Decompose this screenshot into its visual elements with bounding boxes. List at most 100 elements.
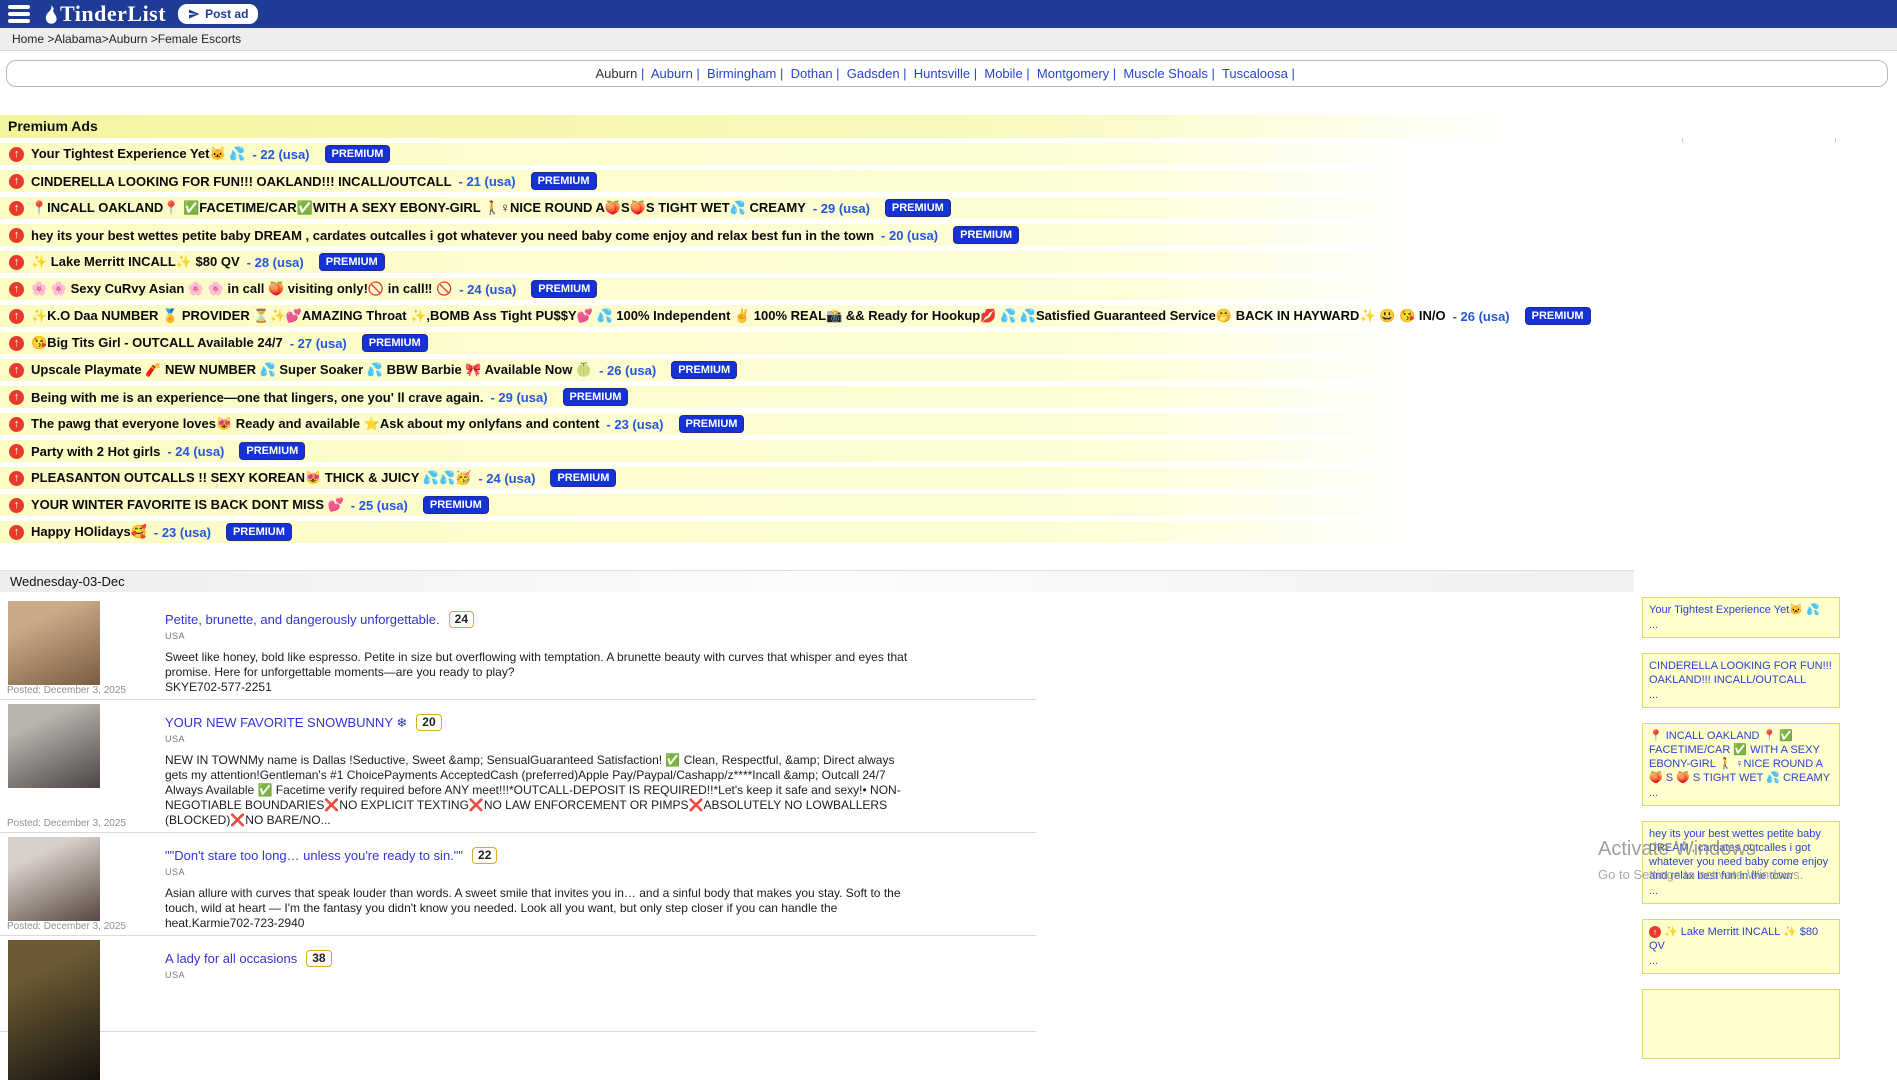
sidebar-ad-more[interactable]: ...: [1649, 786, 1833, 800]
post-ad-button[interactable]: Post ad: [178, 4, 258, 24]
sidebar-ad-title[interactable]: Your Tightest Experience Yet🐱 💦: [1649, 604, 1820, 616]
breadcrumb-link[interactable]: Alabama: [54, 32, 101, 46]
sidebar-ad-box[interactable]: [1642, 989, 1840, 1059]
city-link[interactable]: Muscle Shoals: [1123, 66, 1208, 81]
posted-date: Posted: December 3, 2025: [7, 921, 126, 932]
city-link[interactable]: Birmingham: [707, 66, 776, 81]
city-link[interactable]: Tuscaloosa: [1222, 66, 1288, 81]
sidebar-ad-more[interactable]: ...: [1649, 688, 1833, 702]
listing-title-link[interactable]: A lady for all occasions: [165, 951, 297, 966]
premium-ad-title[interactable]: Your Tightest Experience Yet🐱 💦: [31, 146, 245, 162]
city-nav-box[interactable]: Auburn | Auburn | Birmingham | Dothan | …: [6, 60, 1888, 87]
premium-ad-row[interactable]: ✨K.O Daa NUMBER 🏅 PROVIDER ⏳✨💕AMAZING Th…: [0, 305, 1897, 327]
listing-photo[interactable]: [8, 837, 100, 921]
premium-ad-title[interactable]: Party with 2 Hot girls: [31, 444, 160, 459]
city-item: Mobile |: [984, 66, 1037, 81]
premium-ad-title[interactable]: 📍INCALL OAKLAND📍 ✅FACETIME/CAR✅WITH A SE…: [31, 200, 806, 216]
sidebar-ad-title[interactable]: CINDERELLA LOOKING FOR FUN!!! OAKLAND!!!…: [1649, 660, 1832, 686]
listing-title-link[interactable]: YOUR NEW FAVORITE SNOWBUNNY ❄: [165, 715, 407, 731]
premium-ad-age-location[interactable]: - 29 (usa): [490, 390, 547, 405]
premium-ad-title[interactable]: hey its your best wettes petite baby DRE…: [31, 228, 874, 243]
premium-badge: PREMIUM: [1525, 307, 1591, 325]
listing-photo[interactable]: [8, 601, 100, 685]
listing-photo[interactable]: [8, 940, 100, 1080]
menu-icon[interactable]: [8, 5, 30, 23]
premium-ad-row[interactable]: Upscale Playmate 🧨 NEW NUMBER 💦 Super So…: [0, 359, 1897, 381]
breadcrumb-link[interactable]: Female Escorts: [158, 32, 241, 46]
city-link[interactable]: Dothan: [791, 66, 833, 81]
premium-ad-age-location[interactable]: - 24 (usa): [459, 282, 516, 297]
sidebar-ad-more[interactable]: ...: [1649, 618, 1833, 632]
premium-ad-title[interactable]: PLEASANTON OUTCALLS !! SEXY KOREAN😻 THIC…: [31, 470, 471, 486]
city-link[interactable]: Montgomery: [1037, 66, 1109, 81]
premium-ad-age-location[interactable]: - 27 (usa): [290, 336, 347, 351]
premium-ad-title[interactable]: Happy HOlidays🥰: [31, 524, 147, 540]
up-arrow-icon: [9, 525, 24, 540]
premium-ad-row[interactable]: Happy HOlidays🥰 - 23 (usa) PREMIUM: [0, 521, 1897, 543]
brand-logo[interactable]: TinderList: [42, 1, 166, 27]
premium-badge: PREMIUM: [953, 226, 1019, 244]
premium-ad-row[interactable]: 📍INCALL OAKLAND📍 ✅FACETIME/CAR✅WITH A SE…: [0, 197, 1897, 219]
sidebar-ad-box[interactable]: 📍 INCALL OAKLAND 📍 ✅ FACETIME/CAR ✅ WITH…: [1642, 723, 1840, 806]
listing-photo[interactable]: [8, 704, 100, 788]
premium-ad-age-location[interactable]: - 29 (usa): [813, 201, 870, 216]
age-badge: 22: [472, 847, 497, 864]
premium-ad-row[interactable]: Party with 2 Hot girls - 24 (usa) PREMIU…: [0, 440, 1897, 462]
premium-ad-row[interactable]: YOUR WINTER FAVORITE IS BACK DONT MISS 💕…: [0, 494, 1897, 516]
city-link[interactable]: Mobile: [984, 66, 1022, 81]
premium-ad-title[interactable]: YOUR WINTER FAVORITE IS BACK DONT MISS 💕: [31, 497, 344, 513]
premium-ad-row[interactable]: Your Tightest Experience Yet🐱 💦 - 22 (us…: [0, 143, 1897, 165]
sidebar-ad-box[interactable]: Your Tightest Experience Yet🐱 💦 ...: [1642, 597, 1840, 638]
premium-ad-row[interactable]: 😘Big Tits Girl - OUTCALL Available 24/7 …: [0, 332, 1897, 354]
city-link[interactable]: Auburn: [595, 66, 637, 81]
premium-ad-row[interactable]: PLEASANTON OUTCALLS !! SEXY KOREAN😻 THIC…: [0, 467, 1897, 489]
sidebar-ad-more[interactable]: ...: [1649, 884, 1833, 898]
premium-ad-age-location[interactable]: - 23 (usa): [154, 525, 211, 540]
premium-badge: PREMIUM: [550, 469, 616, 487]
premium-ad-row[interactable]: ✨ Lake Merritt INCALL✨ $80 QV - 28 (usa)…: [0, 251, 1897, 273]
premium-ad-title[interactable]: 😘Big Tits Girl - OUTCALL Available 24/7: [31, 335, 283, 351]
sidebar-ad-box[interactable]: ✨ Lake Merritt INCALL ✨ $80 QV ...: [1642, 919, 1840, 974]
city-link[interactable]: Huntsville: [914, 66, 970, 81]
sidebar-ad-box[interactable]: CINDERELLA LOOKING FOR FUN!!! OAKLAND!!!…: [1642, 653, 1840, 708]
premium-ad-age-location[interactable]: - 25 (usa): [351, 498, 408, 513]
up-arrow-icon: [9, 174, 24, 189]
premium-ad-age-location[interactable]: - 24 (usa): [478, 471, 535, 486]
listing-title-link[interactable]: ""Don't stare too long… unless you're re…: [165, 848, 463, 863]
premium-ad-age-location[interactable]: - 28 (usa): [247, 255, 304, 270]
premium-ad-row[interactable]: The pawg that everyone loves😻 Ready and …: [0, 413, 1897, 435]
breadcrumb-separator: >: [147, 32, 157, 46]
premium-ad-age-location[interactable]: - 26 (usa): [1453, 309, 1510, 324]
city-item: Gadsden |: [847, 66, 914, 81]
premium-ad-title[interactable]: ✨K.O Daa NUMBER 🏅 PROVIDER ⏳✨💕AMAZING Th…: [31, 308, 1446, 324]
city-link[interactable]: Gadsden: [847, 66, 900, 81]
premium-ad-age-location[interactable]: - 22 (usa): [252, 147, 309, 162]
sidebar-ad-title[interactable]: ✨ Lake Merritt INCALL ✨ $80 QV: [1649, 926, 1818, 952]
breadcrumb-link[interactable]: Home: [12, 32, 44, 46]
premium-ad-title[interactable]: The pawg that everyone loves😻 Ready and …: [31, 416, 599, 432]
city-link[interactable]: Auburn: [651, 66, 693, 81]
premium-ad-title[interactable]: ✨ Lake Merritt INCALL✨ $80 QV: [31, 254, 240, 270]
premium-ad-row[interactable]: CINDERELLA LOOKING FOR FUN!!! OAKLAND!!!…: [0, 170, 1897, 192]
premium-ad-title[interactable]: CINDERELLA LOOKING FOR FUN!!! OAKLAND!!!…: [31, 174, 452, 189]
sidebar-ad-more[interactable]: ...: [1649, 954, 1833, 968]
premium-ad-age-location[interactable]: - 24 (usa): [167, 444, 224, 459]
premium-ad-title[interactable]: Being with me is an experience—one that …: [31, 390, 483, 405]
listing-title-link[interactable]: Petite, brunette, and dangerously unforg…: [165, 612, 440, 627]
premium-ad-age-location[interactable]: - 23 (usa): [606, 417, 663, 432]
city-separator: |: [1288, 66, 1299, 81]
listing-row: ""Don't stare too long… unless you're re…: [0, 833, 1036, 936]
premium-ad-row[interactable]: hey its your best wettes petite baby DRE…: [0, 224, 1897, 246]
premium-ad-age-location[interactable]: - 26 (usa): [599, 363, 656, 378]
premium-ad-age-location[interactable]: - 21 (usa): [459, 174, 516, 189]
premium-ad-age-location[interactable]: - 20 (usa): [881, 228, 938, 243]
premium-ad-title[interactable]: 🌸 🌸 Sexy CuRvy Asian 🌸 🌸 in call 🍑 visit…: [31, 281, 452, 297]
listing-description: Asian allure with curves that speak loud…: [165, 886, 910, 931]
premium-ad-title[interactable]: Upscale Playmate 🧨 NEW NUMBER 💦 Super So…: [31, 362, 592, 378]
sidebar-ad-title[interactable]: hey its your best wettes petite baby DRE…: [1649, 828, 1828, 882]
sidebar-ad-title[interactable]: 📍 INCALL OAKLAND 📍 ✅ FACETIME/CAR ✅ WITH…: [1649, 730, 1830, 784]
breadcrumb-link[interactable]: Auburn: [109, 32, 148, 46]
premium-ad-row[interactable]: 🌸 🌸 Sexy CuRvy Asian 🌸 🌸 in call 🍑 visit…: [0, 278, 1897, 300]
premium-ad-row[interactable]: Being with me is an experience—one that …: [0, 386, 1897, 408]
sidebar-ad-box[interactable]: hey its your best wettes petite baby DRE…: [1642, 821, 1840, 904]
